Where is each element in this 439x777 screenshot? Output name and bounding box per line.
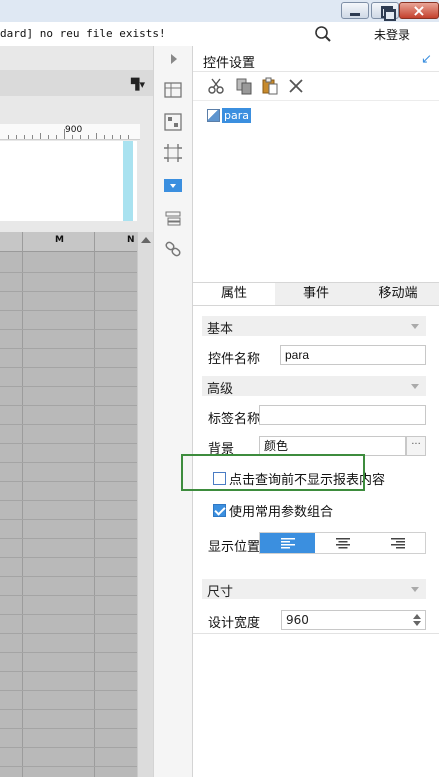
paste-icon[interactable]: [261, 77, 279, 95]
grid-row-line: [0, 728, 137, 729]
align-left-button[interactable]: [260, 533, 315, 553]
align-right-button[interactable]: [370, 533, 425, 553]
login-link[interactable]: 未登录: [374, 26, 410, 43]
minimize-icon: [342, 3, 368, 18]
section-advanced[interactable]: 高级: [202, 376, 426, 397]
layout-grid-icon[interactable]: [163, 80, 183, 100]
tab-properties[interactable]: 属性: [193, 283, 275, 305]
grid-row-line: [0, 310, 137, 311]
link-icon[interactable]: [163, 239, 183, 259]
grid-row-line: [0, 671, 137, 672]
display-position-selector: [259, 532, 426, 554]
align-center-icon: [335, 538, 350, 549]
grid-row-line: [0, 709, 137, 710]
widget-name-input[interactable]: para: [280, 345, 426, 365]
restore-icon: [372, 3, 398, 21]
close-icon: [400, 3, 438, 18]
header-row: dard] no reu file exists! 未登录: [0, 22, 439, 46]
title-bar: [0, 0, 439, 22]
widget-settings-panel: 控件设置 ↙ para 属性 事件 移动端 基本 控件名称 para 高级 标签…: [193, 46, 439, 777]
column-header-m[interactable]: M: [55, 235, 64, 245]
tab-mobile[interactable]: 移动端: [357, 283, 439, 305]
tag-name-input[interactable]: [259, 405, 426, 425]
grid-row-line: [0, 424, 137, 425]
cut-icon[interactable]: [207, 77, 225, 95]
design-width-value: 960: [286, 613, 309, 627]
grid-row-line: [0, 519, 137, 520]
list-widget-icon[interactable]: [163, 208, 183, 228]
collapse-caret-icon: [411, 384, 419, 389]
delete-icon[interactable]: [287, 77, 305, 95]
use-common-params-checkbox[interactable]: [213, 503, 226, 517]
grid-row-line: [0, 557, 137, 558]
design-width-label: 设计宽度: [208, 616, 261, 631]
column-header-n[interactable]: N: [127, 235, 135, 245]
search-icon[interactable]: [314, 25, 332, 43]
background-color-field[interactable]: 颜色: [259, 436, 406, 456]
grid-row-line: [0, 595, 137, 596]
align-center-button[interactable]: [315, 533, 370, 553]
grid-row-line: [0, 443, 137, 444]
grid-row-line: [0, 405, 137, 406]
grid-row-line: [0, 690, 137, 691]
grid-row-line: [0, 500, 137, 501]
spreadsheet-grid[interactable]: M N: [0, 232, 137, 777]
tab-events[interactable]: 事件: [275, 283, 357, 305]
background-more-button[interactable]: ···: [406, 436, 426, 456]
grid-row-line: [0, 747, 137, 748]
grid-row-line: [0, 367, 137, 368]
scroll-up-icon[interactable]: [141, 237, 151, 243]
tree-node-para[interactable]: para: [207, 107, 251, 123]
grid-row-line: [0, 538, 137, 539]
grid-row-line: [0, 481, 137, 482]
tree-node-label: para: [222, 107, 251, 123]
column-header-row: M N: [0, 232, 137, 252]
parameter-canvas[interactable]: [0, 141, 137, 221]
dropdown-widget-icon[interactable]: [164, 179, 182, 192]
ruler-label: 900: [65, 125, 83, 135]
grid-row-line: [0, 576, 137, 577]
align-right-icon: [390, 538, 405, 549]
format-painter-icon[interactable]: ▜▾: [131, 78, 145, 91]
grid-row-line: [0, 329, 137, 330]
grid-row-line: [0, 386, 137, 387]
close-button[interactable]: [399, 2, 439, 19]
widget-name-label: 控件名称: [208, 352, 261, 367]
frame-crop-icon[interactable]: [163, 143, 183, 163]
tab-bar: 属性 事件 移动端: [193, 282, 439, 306]
expand-arrow-icon[interactable]: [171, 54, 177, 64]
grid-row-line: [0, 614, 137, 615]
widget-settings-icon[interactable]: [163, 112, 183, 132]
use-common-params-label: 使用常用参数组合: [229, 504, 334, 520]
highlight-annotation-box: [181, 454, 365, 491]
grid-row-line: [0, 652, 137, 653]
vertical-scrollbar[interactable]: [137, 232, 153, 777]
copy-icon[interactable]: [235, 77, 253, 95]
collapse-caret-icon: [411, 587, 419, 592]
section-size[interactable]: 尺寸: [202, 579, 426, 600]
grid-row-line: [0, 272, 137, 273]
spin-up-icon[interactable]: [413, 614, 421, 619]
grid-row-line: [0, 291, 137, 292]
grid-row-line: [0, 766, 137, 767]
panel-title: 控件设置: [203, 56, 256, 71]
spin-down-icon[interactable]: [413, 621, 421, 626]
minimize-button[interactable]: [341, 2, 369, 19]
section-basic[interactable]: 基本: [202, 316, 426, 337]
grid-row-line: [0, 462, 137, 463]
display-position-label: 显示位置: [208, 540, 261, 555]
grid-row-line: [0, 348, 137, 349]
canvas-edge-marker: [123, 141, 133, 221]
collapse-caret-icon: [411, 324, 419, 329]
grid-row-line: [0, 633, 137, 634]
parameter-panel-icon: [207, 108, 220, 122]
use-common-params-checkbox-row[interactable]: 使用常用参数组合: [213, 502, 334, 520]
side-toolbar: [153, 46, 193, 777]
pin-icon[interactable]: ↙: [421, 52, 432, 67]
tag-name-label: 标签名称: [208, 412, 261, 427]
status-message: dard] no reu file exists!: [0, 27, 166, 40]
restore-button[interactable]: [371, 2, 399, 21]
design-width-spinner[interactable]: 960: [281, 610, 426, 630]
align-left-icon: [280, 538, 295, 549]
